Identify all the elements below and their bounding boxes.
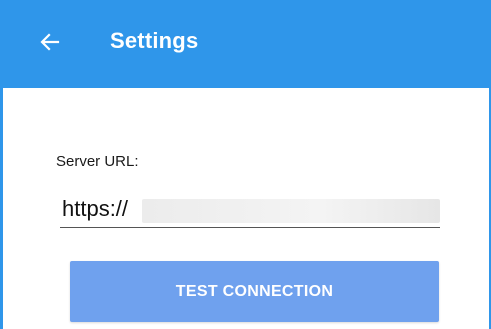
test-connection-label: TEST CONNECTION [175,282,334,300]
redacted-url-text [142,199,440,223]
back-button[interactable] [37,29,63,55]
server-url-input[interactable]: https:// [60,193,440,228]
page-title: Settings [110,28,199,53]
settings-screen: Settings Server URL: https:// TEST CONNE… [0,0,491,329]
app-bar: Settings [3,0,489,88]
test-connection-button[interactable]: TEST CONNECTION [70,261,439,322]
server-url-label: Server URL: [56,153,139,170]
server-url-value: https:// [62,196,129,221]
arrow-left-icon [37,29,63,55]
